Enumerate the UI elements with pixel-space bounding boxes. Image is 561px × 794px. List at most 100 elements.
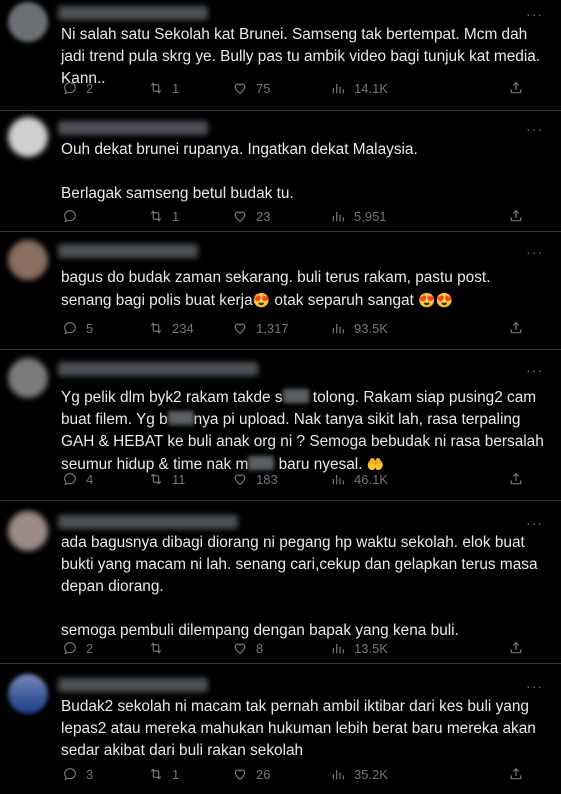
retweet-count: 1	[172, 208, 180, 224]
action-bar: 1 23 5,951	[62, 208, 522, 226]
like-action[interactable]: 1,317	[232, 320, 289, 336]
author-name-blurred[interactable]	[58, 244, 198, 258]
like-action[interactable]: 183	[232, 471, 278, 487]
views-action[interactable]: 93.5K	[330, 320, 388, 336]
retweet-icon	[150, 322, 162, 334]
retweet-count: 11	[172, 471, 186, 487]
reply-count: 4	[86, 471, 94, 487]
censored-word	[167, 411, 194, 425]
retweet-count: 1	[172, 766, 180, 782]
views-icon	[332, 212, 344, 222]
like-action[interactable]: 75	[232, 80, 270, 96]
view-count: 35.2K	[354, 766, 388, 782]
author-name-blurred[interactable]	[58, 121, 208, 135]
views-icon	[332, 324, 344, 334]
action-bar: 4 11 183 46.1K	[62, 471, 522, 489]
heart-icon	[234, 769, 246, 781]
heart-icon	[234, 83, 246, 95]
reply[interactable]: ··· ada bagusnya dibagi diorang ni pegan…	[0, 501, 561, 664]
reply-icon	[64, 210, 76, 223]
retweet-icon	[150, 210, 162, 222]
more-options-icon[interactable]: ···	[526, 244, 543, 260]
action-bar: 2 8 13.5K	[62, 640, 522, 658]
reply[interactable]: ··· Budak2 sekolah ni macam tak pernah a…	[0, 664, 561, 794]
like-action[interactable]: 23	[232, 208, 270, 224]
like-count: 8	[256, 640, 264, 656]
reply-icon	[64, 768, 76, 781]
share-icon	[510, 321, 522, 334]
heart-icon	[234, 211, 246, 223]
author-name-blurred[interactable]	[58, 515, 238, 529]
reply-action[interactable]: 2	[62, 80, 93, 96]
avatar[interactable]	[8, 674, 48, 714]
reply[interactable]: ··· Yg pelik dlm byk2 rakam takde s tolo…	[0, 350, 561, 501]
share-action[interactable]	[508, 80, 524, 101]
reply[interactable]: ··· Ouh dekat brunei rupanya. Ingatkan d…	[0, 111, 561, 232]
reply-action[interactable]: 2	[62, 640, 93, 656]
avatar[interactable]	[8, 358, 48, 398]
like-count: 75	[256, 80, 271, 96]
share-action[interactable]	[508, 208, 524, 229]
reply[interactable]: ··· bagus do budak zaman sekarang. buli …	[0, 232, 561, 350]
retweet-action[interactable]: 1	[148, 208, 179, 224]
view-count: 14.1K	[354, 80, 388, 96]
reply-icon	[64, 642, 76, 655]
like-action[interactable]: 8	[232, 640, 263, 656]
avatar[interactable]	[8, 240, 48, 280]
views-icon	[332, 475, 344, 485]
views-action[interactable]: 14.1K	[330, 80, 388, 96]
retweet-action[interactable]: 11	[148, 471, 186, 487]
share-icon	[510, 81, 522, 94]
share-action[interactable]	[508, 471, 524, 492]
share-icon	[510, 641, 522, 654]
heart-eyes-emoji: 😍	[435, 292, 454, 308]
action-bar: 5 234 1,317 93.5K	[62, 320, 522, 338]
reply-text: ada bagusnya dibagi diorang ni pegang hp…	[61, 532, 545, 642]
retweet-action[interactable]: 1	[148, 80, 179, 96]
action-bar: 2 1 75 14.1K	[62, 80, 522, 98]
action-bar: 3 1 26 35.2K	[62, 766, 522, 784]
avatar[interactable]	[8, 117, 48, 157]
views-action[interactable]: 5,951	[330, 208, 387, 224]
author-name-blurred[interactable]	[58, 362, 258, 376]
reply-action[interactable]: 3	[62, 766, 93, 782]
views-action[interactable]: 13.5K	[330, 640, 388, 656]
author-name-blurred[interactable]	[58, 6, 208, 20]
share-action[interactable]	[508, 320, 524, 341]
retweet-action[interactable]: 234	[148, 320, 194, 336]
views-action[interactable]: 35.2K	[330, 766, 388, 782]
heart-eyes-emoji: 😍	[418, 292, 436, 308]
more-options-icon[interactable]: ···	[526, 678, 543, 694]
share-action[interactable]	[508, 640, 524, 661]
view-count: 13.5K	[354, 640, 388, 656]
more-options-icon[interactable]: ···	[526, 121, 543, 137]
reply-text-line: Berlagak samseng betul budak tu.	[61, 185, 294, 202]
reply-count: 5	[86, 320, 94, 336]
reply[interactable]: ··· Ni salah satu Sekolah kat Brunei. Sa…	[0, 0, 561, 111]
avatar[interactable]	[8, 511, 48, 551]
reply-feed: ··· Ni salah satu Sekolah kat Brunei. Sa…	[0, 0, 561, 794]
views-icon	[332, 84, 344, 94]
more-options-icon[interactable]: ···	[526, 515, 543, 531]
more-options-icon[interactable]: ···	[526, 362, 543, 378]
like-count: 183	[256, 471, 278, 487]
reply-text-line: Yg pelik dlm byk2 rakam takde s tolong. …	[61, 389, 549, 473]
reply-action[interactable]: 5	[62, 320, 93, 336]
more-options-icon[interactable]: ···	[526, 6, 543, 22]
views-action[interactable]: 46.1K	[330, 471, 388, 487]
reply-count: 2	[86, 80, 94, 96]
share-action[interactable]	[508, 766, 524, 787]
like-action[interactable]: 26	[232, 766, 270, 782]
author-name-blurred[interactable]	[58, 678, 208, 692]
retweet-icon	[150, 82, 162, 94]
retweet-count: 1	[172, 80, 180, 96]
heart-icon	[234, 643, 246, 655]
avatar[interactable]	[8, 2, 48, 42]
censored-word	[248, 456, 275, 470]
reply-action[interactable]	[62, 208, 86, 224]
retweet-action[interactable]: 1	[148, 766, 179, 782]
reply-text-line: ada bagusnya dibagi diorang ni pegang hp…	[61, 534, 542, 595]
reply-action[interactable]: 4	[62, 471, 93, 487]
share-icon	[510, 209, 522, 222]
retweet-action[interactable]	[148, 640, 172, 656]
